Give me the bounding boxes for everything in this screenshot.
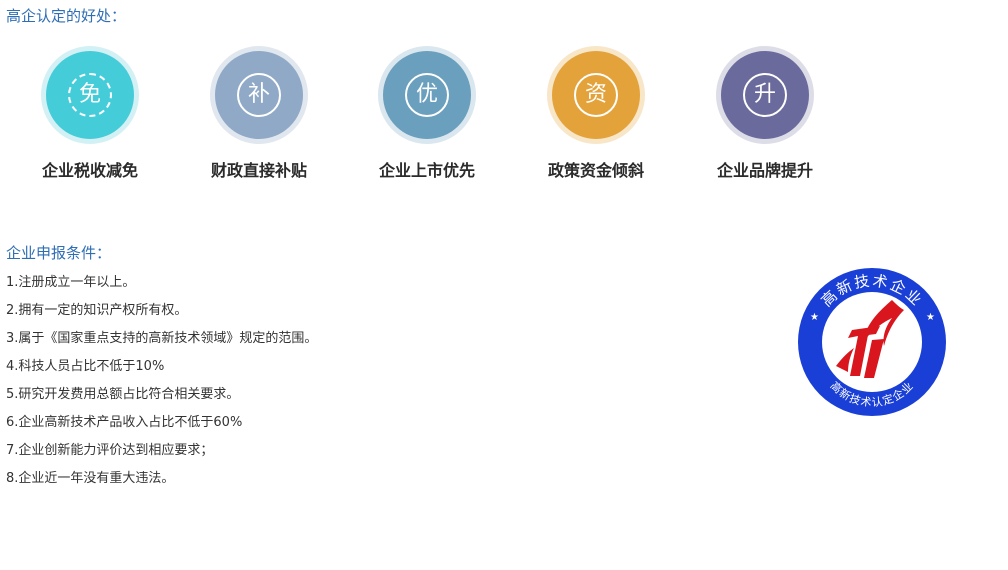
benefit-glyph: 优	[405, 73, 449, 117]
condition-item: 1.注册成立一年以上。	[6, 275, 136, 290]
benefit-glyph: 资	[574, 73, 618, 117]
benefit-glyph: 升	[743, 73, 787, 117]
benefit-label: 企业品牌提升	[716, 161, 813, 180]
benefit-glyph: 补	[237, 73, 281, 117]
benefit-item-funding: 资 政策资金倾斜	[531, 46, 661, 181]
condition-item: 2.拥有一定的知识产权所有权。	[6, 303, 188, 318]
benefit-label: 财政直接补贴	[210, 161, 307, 180]
benefit-glyph: 免	[68, 73, 112, 117]
benefit-label: 政策资金倾斜	[547, 161, 644, 180]
conditions-section-title: 企业申报条件：	[6, 244, 112, 262]
condition-item: 5.研究开发费用总额占比符合相关要求。	[6, 387, 240, 402]
benefit-label: 企业税收减免	[41, 161, 138, 180]
condition-item: 7.企业创新能力评价达到相应要求；	[6, 443, 214, 458]
benefit-item-brand: 升 企业品牌提升	[700, 46, 830, 181]
benefit-label: 企业上市优先	[378, 161, 475, 180]
benefit-ring: 优	[378, 46, 476, 144]
condition-item: 6.企业高新技术产品收入占比不低于60%	[6, 415, 243, 430]
condition-item: 8.企业近一年没有重大违法。	[6, 471, 175, 486]
benefits-row: 免 企业税收减免 补 财政直接补贴 优 企业上市优先 资 政策资金倾斜 升 企业…	[0, 0, 1008, 200]
benefit-ring: 资	[547, 46, 645, 144]
funding-icon: 资	[552, 51, 640, 139]
seal-star-right: ★	[926, 312, 935, 323]
benefit-ring: 免	[41, 46, 139, 144]
condition-item: 3.属于《国家重点支持的高新技术领域》规定的范围。	[6, 331, 318, 346]
subsidy-icon: 补	[215, 51, 303, 139]
conditions-list: 1.注册成立一年以上。 2.拥有一定的知识产权所有权。 3.属于《国家重点支持的…	[6, 274, 317, 498]
priority-icon: 优	[383, 51, 471, 139]
benefit-item-priority: 优 企业上市优先	[362, 46, 492, 181]
high-tech-enterprise-seal-icon: 高新技术企业 高新技术认定企业 ★ ★	[798, 268, 946, 416]
tax-exempt-icon: 免	[46, 51, 134, 139]
benefit-ring: 升	[716, 46, 814, 144]
benefit-item-tax: 免 企业税收减免	[25, 46, 155, 181]
brand-upgrade-icon: 升	[721, 51, 809, 139]
seal-star-left: ★	[810, 312, 819, 323]
benefit-item-subsidy: 补 财政直接补贴	[194, 46, 324, 181]
condition-item: 4.科技人员占比不低于10%	[6, 359, 165, 374]
benefit-ring: 补	[210, 46, 308, 144]
